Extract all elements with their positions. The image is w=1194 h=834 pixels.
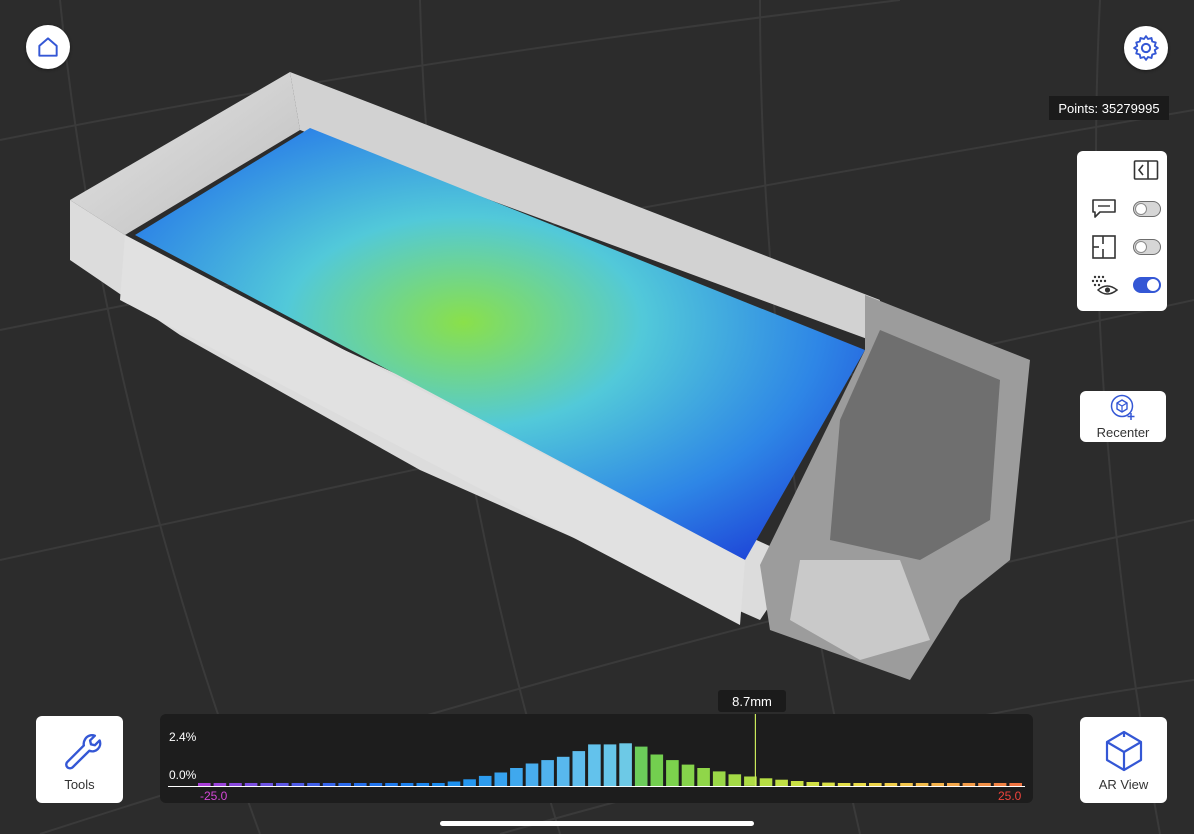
gear-icon — [1133, 35, 1159, 61]
histogram-bar — [837, 783, 851, 786]
histogram-bar — [603, 744, 617, 786]
histogram-bar — [650, 754, 664, 786]
deviation-histogram-panel[interactable]: 2.4% 0.0% -25.0 25.0 — [160, 714, 1033, 803]
histogram-bar — [993, 783, 1007, 786]
histogram-chart — [168, 714, 1025, 787]
histogram-bar — [338, 783, 351, 786]
deviation-marker-value[interactable]: 8.7mm — [718, 690, 786, 712]
histogram-bar — [619, 743, 632, 787]
floor-plan-toggle-row — [1089, 233, 1161, 261]
ar-view-button[interactable]: AR View — [1080, 717, 1167, 803]
histogram-bar — [291, 783, 305, 786]
histogram-bar — [1009, 783, 1022, 786]
histogram-bar — [712, 771, 726, 786]
histogram-bar — [728, 774, 742, 786]
annotations-toggle[interactable] — [1133, 201, 1161, 217]
histogram-bar — [806, 782, 820, 786]
collapse-panel-icon — [1133, 160, 1159, 180]
annotations-toggle-row — [1089, 195, 1161, 223]
tools-label: Tools — [64, 777, 95, 792]
histogram-bar — [525, 763, 539, 786]
histogram-bar — [229, 783, 242, 786]
histogram-bar — [697, 768, 710, 786]
home-icon — [38, 37, 58, 57]
layer-toggle-panel — [1077, 151, 1167, 311]
point-cloud-eye-icon — [1091, 275, 1119, 295]
histogram-bar — [244, 783, 258, 786]
point-visibility-toggle[interactable] — [1133, 277, 1161, 293]
ar-view-label: AR View — [1098, 776, 1149, 792]
histogram-bar — [853, 783, 866, 786]
point-visibility-toggle-row — [1089, 271, 1161, 299]
histogram-bar — [775, 779, 788, 786]
histogram-bar — [385, 783, 398, 786]
histogram-bar — [947, 783, 960, 786]
histogram-bar — [588, 744, 601, 786]
histogram-bar — [494, 772, 508, 786]
ar-cube-icon — [1105, 730, 1142, 771]
settings-button[interactable] — [1124, 26, 1168, 70]
x-axis-max-label: 25.0 — [998, 789, 1022, 803]
recenter-button[interactable]: Recenter — [1080, 391, 1166, 442]
histogram-bar — [634, 746, 648, 786]
histogram-bar — [572, 751, 586, 786]
histogram-bar — [213, 783, 227, 786]
histogram-bar — [900, 783, 913, 786]
histogram-bar — [354, 783, 367, 786]
histogram-bar — [869, 783, 882, 786]
comment-icon — [1092, 199, 1116, 218]
points-count: Points: 35279995 — [1049, 96, 1169, 120]
scan-viewport[interactable] — [0, 0, 1194, 834]
histogram-bar — [666, 760, 679, 786]
histogram-bar — [478, 775, 492, 786]
histogram-bar — [931, 783, 944, 786]
histogram-bar — [510, 768, 523, 786]
home-button[interactable] — [26, 25, 70, 69]
histogram-bar — [260, 783, 273, 786]
histogram-bar — [822, 782, 835, 786]
histogram-bar — [884, 783, 898, 786]
histogram-bar — [962, 783, 976, 786]
x-axis-min-label: -25.0 — [200, 789, 228, 803]
histogram-bar — [463, 779, 476, 787]
histogram-bar — [369, 783, 383, 786]
recenter-label: Recenter — [1096, 425, 1150, 440]
histogram-bar — [681, 764, 695, 786]
wrench-icon — [64, 734, 101, 770]
histogram-bar — [276, 783, 289, 786]
tools-button[interactable]: Tools — [36, 716, 123, 803]
histogram-bar — [915, 783, 929, 786]
histogram-bar — [541, 760, 554, 786]
histogram-bar — [432, 783, 445, 786]
home-indicator — [440, 821, 754, 826]
collapse-panel-button[interactable] — [1133, 159, 1161, 181]
floor-plan-toggle[interactable] — [1133, 239, 1161, 255]
floor-plan-icon — [1092, 235, 1116, 259]
histogram-bar — [400, 783, 414, 786]
histogram-bar — [978, 783, 991, 786]
histogram-bar — [198, 783, 211, 786]
histogram-bar — [790, 781, 804, 786]
histogram-bar — [556, 756, 570, 787]
histogram-bar — [416, 783, 430, 786]
histogram-bar — [447, 781, 461, 786]
histogram-bar — [759, 778, 773, 786]
histogram-bar — [307, 783, 320, 786]
recenter-icon — [1110, 394, 1135, 420]
histogram-bar — [322, 783, 336, 786]
